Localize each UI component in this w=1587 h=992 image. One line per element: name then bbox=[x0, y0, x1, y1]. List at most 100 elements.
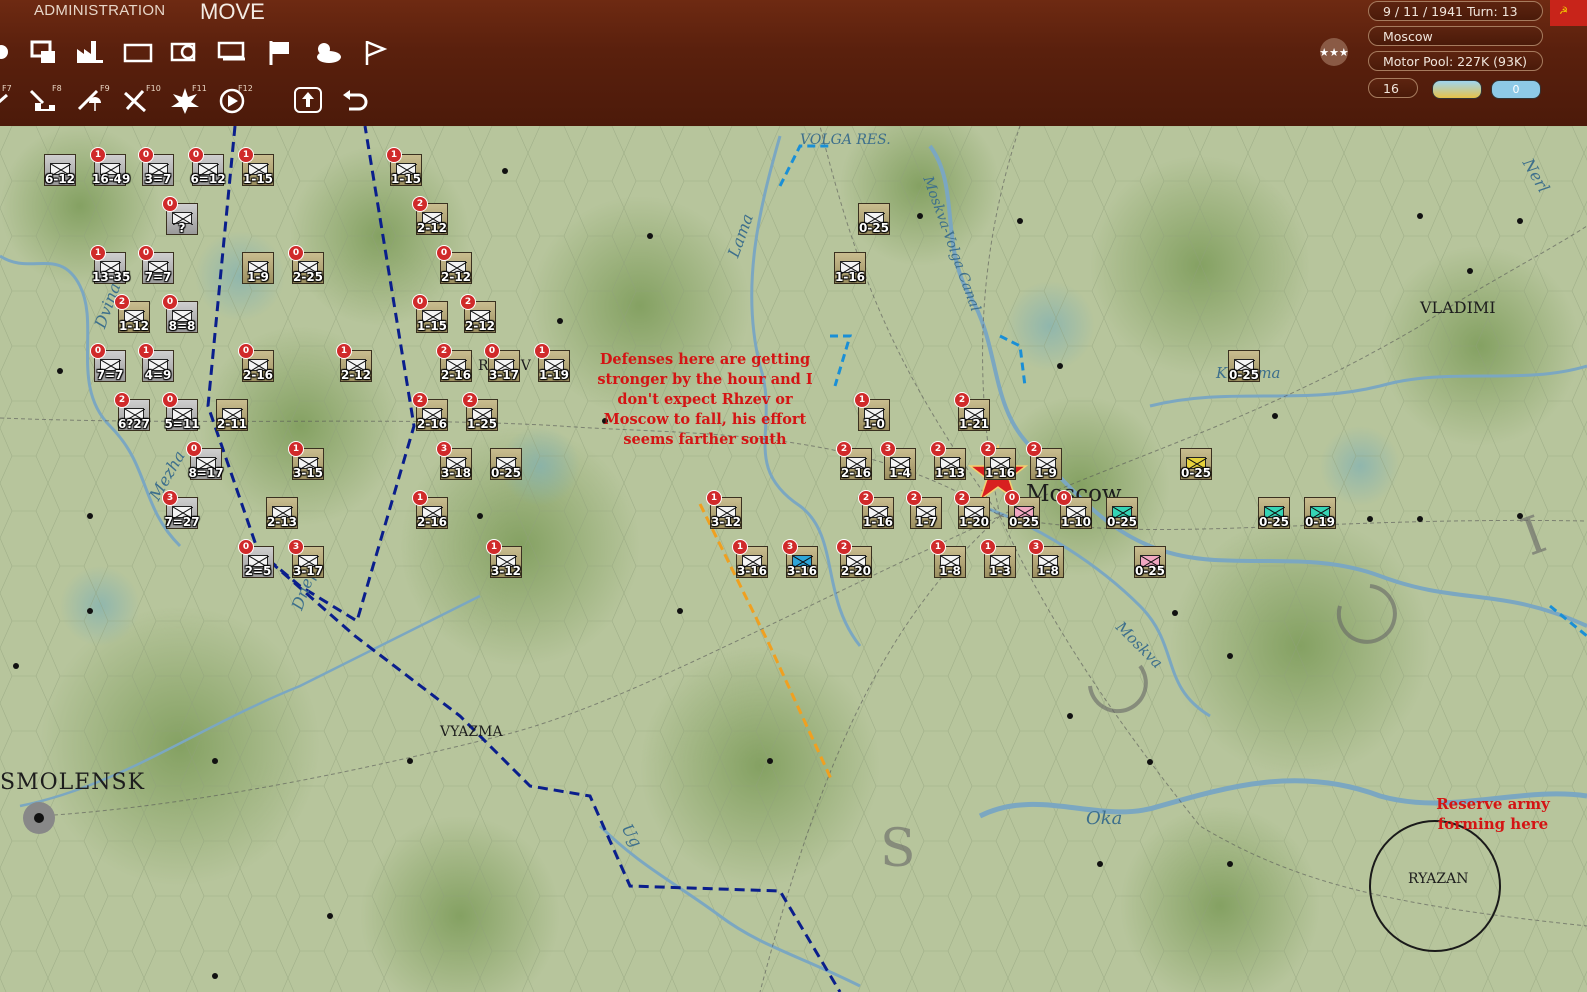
unit-strength: 1-10 bbox=[1060, 515, 1092, 529]
unit-counter[interactable]: 2-16 0 bbox=[238, 343, 274, 382]
unit-counter[interactable]: 1-21 2 bbox=[954, 392, 990, 431]
unit-counter[interactable]: 6-12 bbox=[44, 154, 76, 186]
unit-counter[interactable]: 13-35 1 bbox=[90, 245, 130, 284]
unit-counter[interactable]: 2-20 2 bbox=[836, 539, 872, 578]
unit-counter[interactable]: 1-8 1 bbox=[930, 539, 966, 578]
frame-icon[interactable] bbox=[118, 34, 158, 70]
unit-counter[interactable]: 0-25 bbox=[1228, 350, 1260, 382]
unit-counter[interactable]: 8=17 0 bbox=[186, 441, 224, 480]
unit-counter[interactable]: 1-15 1 bbox=[386, 147, 422, 186]
unit-counter[interactable]: 0-25 bbox=[1134, 546, 1166, 578]
unit-counter[interactable]: 1-25 2 bbox=[462, 392, 498, 431]
unit-counter[interactable]: 7=7 0 bbox=[90, 343, 126, 382]
unit-counter[interactable]: 2-25 0 bbox=[288, 245, 324, 284]
unit-counter[interactable]: 2-12 0 bbox=[436, 245, 472, 284]
unit-counter[interactable]: 2-11 bbox=[216, 399, 248, 431]
unit-counter[interactable]: 1-12 2 bbox=[114, 294, 150, 333]
undo-icon[interactable] bbox=[336, 82, 376, 118]
unit-counter[interactable]: 0-25 bbox=[1180, 448, 1212, 480]
unit-counter[interactable]: 4=9 1 bbox=[138, 343, 174, 382]
unit-counter[interactable]: 6=12 0 bbox=[188, 147, 226, 186]
unit-strength: 6=12 bbox=[190, 172, 226, 186]
unit-counter[interactable]: 1-13 2 bbox=[930, 441, 966, 480]
unit-counter[interactable]: 6?27 2 bbox=[114, 392, 150, 431]
unit-counter[interactable]: 0-25 bbox=[858, 203, 890, 235]
unit-counter[interactable]: 0-25 bbox=[1258, 497, 1290, 529]
flag-square-icon[interactable] bbox=[260, 34, 300, 70]
zoom-frame-icon[interactable] bbox=[165, 34, 205, 70]
factory-icon[interactable] bbox=[70, 34, 110, 70]
upload-icon[interactable] bbox=[288, 82, 328, 118]
fkey-label: F8 bbox=[52, 84, 62, 93]
unit-counter[interactable]: 1-16 bbox=[834, 252, 866, 284]
unit-counter[interactable]: 2-12 2 bbox=[412, 196, 448, 235]
smolensk-city-icon[interactable] bbox=[14, 798, 64, 838]
unit-status-badge: 3 bbox=[288, 539, 304, 555]
partial-icon[interactable] bbox=[0, 34, 26, 70]
unit-counter[interactable]: 3-16 3 bbox=[782, 539, 818, 578]
unit-counter[interactable]: 1-15 0 bbox=[412, 294, 448, 333]
stars-button[interactable]: ★★★ bbox=[1314, 34, 1354, 70]
unit-counter[interactable]: 2-16 2 bbox=[836, 441, 872, 480]
unit-counter[interactable]: 3=7 0 bbox=[138, 147, 174, 186]
unit-counter[interactable]: 3-12 1 bbox=[486, 539, 522, 578]
unit-counter[interactable]: 1-10 0 bbox=[1056, 490, 1092, 529]
unit-counter[interactable]: 2-16 2 bbox=[412, 392, 448, 431]
unit-status-badge: 3 bbox=[880, 441, 896, 457]
unit-counter[interactable]: 3-17 3 bbox=[288, 539, 324, 578]
unit-counter[interactable]: 0-19 bbox=[1304, 497, 1336, 529]
move-mode-label[interactable]: MOVE bbox=[200, 0, 265, 25]
unit-counter[interactable]: 1-16 2 bbox=[858, 490, 894, 529]
unit-status-badge: 0 bbox=[186, 441, 202, 457]
unit-counter[interactable]: 1-7 2 bbox=[906, 490, 942, 529]
fkey-label: F9 bbox=[100, 84, 110, 93]
unit-counter[interactable]: 1-9 2 bbox=[1026, 441, 1062, 480]
unit-counter[interactable]: 1-16 2 bbox=[980, 441, 1016, 480]
unit-counter[interactable]: 5=11 0 bbox=[162, 392, 200, 431]
unit-counter[interactable]: 7=27 3 bbox=[162, 490, 200, 529]
unit-counter[interactable]: 1-20 2 bbox=[954, 490, 990, 529]
flag-icon[interactable] bbox=[355, 34, 395, 70]
unit-counter[interactable]: 1-8 3 bbox=[1028, 539, 1064, 578]
river-label: VOLGA RES. bbox=[800, 132, 891, 148]
unit-strength: 1-21 bbox=[958, 417, 990, 431]
weather-icon[interactable] bbox=[307, 34, 347, 70]
unit-counter[interactable]: 8=8 0 bbox=[162, 294, 198, 333]
unit-counter[interactable]: 3-12 1 bbox=[706, 490, 742, 529]
unit-status-badge: 2 bbox=[930, 441, 946, 457]
unit-counter[interactable]: 0-25 bbox=[1106, 497, 1138, 529]
unit-counter[interactable]: 0-25 0 bbox=[1004, 490, 1040, 529]
unit-counter[interactable]: 3-15 1 bbox=[288, 441, 324, 480]
unit-counter[interactable]: 16-49 1 bbox=[90, 147, 130, 186]
unit-counter[interactable]: 2=5 0 bbox=[238, 539, 274, 578]
unit-strength: 1-9 bbox=[247, 270, 269, 284]
unit-counter[interactable]: 1-0 1 bbox=[854, 392, 890, 431]
unit-strength: 2-16 bbox=[840, 466, 872, 480]
unit-counter[interactable]: 3-18 3 bbox=[436, 441, 472, 480]
unit-counter[interactable]: 1-15 1 bbox=[238, 147, 274, 186]
unit-counter[interactable]: ? 0 bbox=[162, 196, 198, 235]
unit-counter[interactable]: 0-25 bbox=[490, 448, 522, 480]
unit-counter[interactable]: 3-17 0 bbox=[484, 343, 520, 382]
unit-counter[interactable]: 2-12 2 bbox=[460, 294, 496, 333]
unit-counter[interactable]: 7=7 0 bbox=[138, 245, 174, 284]
unit-counter[interactable]: 2-16 1 bbox=[412, 490, 448, 529]
airfield-icon[interactable] bbox=[212, 34, 252, 70]
unit-counter[interactable]: 2-16 2 bbox=[436, 343, 472, 382]
unit-status-badge: 1 bbox=[90, 147, 106, 163]
unit-counter[interactable]: 2-13 bbox=[266, 497, 298, 529]
unit-counter[interactable]: 1-4 3 bbox=[880, 441, 916, 480]
unit-counter[interactable]: 2-12 1 bbox=[336, 343, 372, 382]
administration-menu[interactable]: ADMINISTRATION bbox=[34, 2, 165, 19]
unit-status-badge: 0 bbox=[162, 294, 178, 310]
unit-list-icon[interactable] bbox=[24, 34, 64, 70]
turn-counter-indicator[interactable]: 0 bbox=[1491, 80, 1541, 99]
game-map[interactable]: S I SMOLENSK Moscow VLADIMI VYAZMA RZHEV… bbox=[0, 126, 1587, 992]
unit-counter[interactable]: 1-19 1 bbox=[534, 343, 570, 382]
unit-status-badge: 2 bbox=[1026, 441, 1042, 457]
unit-status-badge: 1 bbox=[238, 147, 254, 163]
unit-counter[interactable]: 1-9 bbox=[242, 252, 274, 284]
unit-counter[interactable]: 1-3 1 bbox=[980, 539, 1016, 578]
unit-strength: 4=9 bbox=[144, 368, 172, 382]
unit-counter[interactable]: 3-16 1 bbox=[732, 539, 768, 578]
